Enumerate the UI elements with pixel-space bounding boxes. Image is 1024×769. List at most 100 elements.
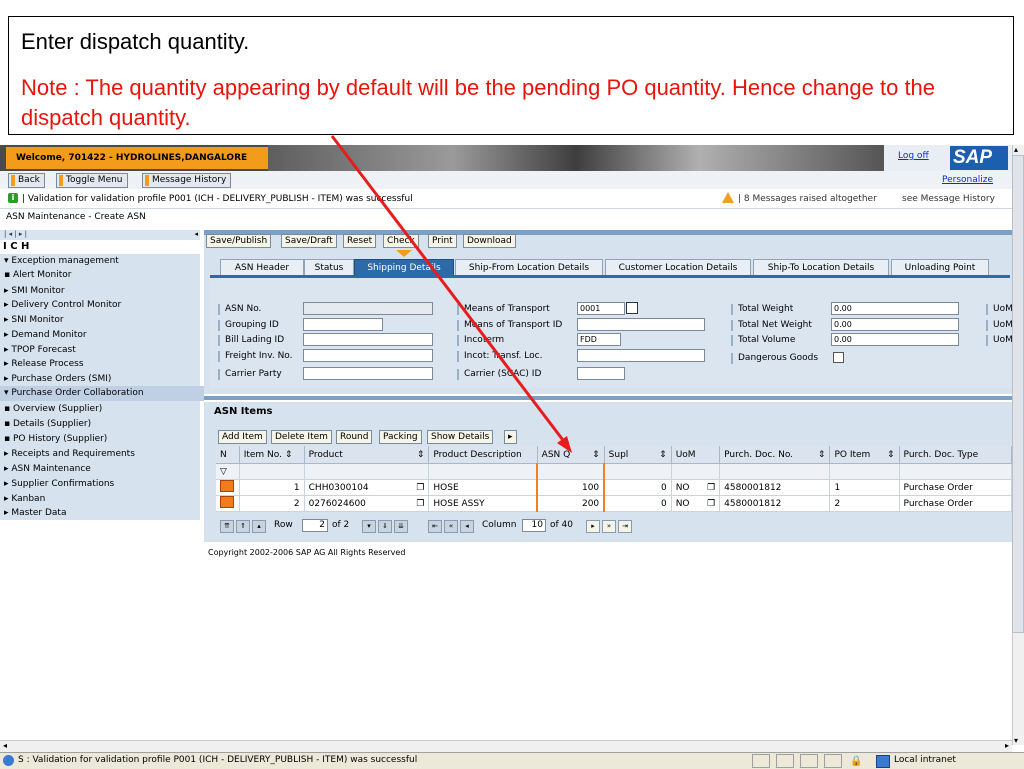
sidebar-item[interactable]: ▸ TPOP Forecast bbox=[0, 343, 204, 358]
message-history-button[interactable]: Message History bbox=[142, 173, 232, 188]
save-draft-button[interactable]: Save/Draft bbox=[281, 234, 337, 248]
sidebar-item[interactable]: ▪ Overview (Supplier) bbox=[0, 402, 204, 417]
row-input[interactable]: 2 bbox=[302, 519, 328, 532]
toggle-menu-button[interactable]: Toggle Menu bbox=[56, 173, 128, 188]
filter-icon[interactable]: ▽ bbox=[216, 463, 240, 480]
means-transport-field[interactable]: 0001 bbox=[577, 302, 625, 315]
check-button[interactable]: Check bbox=[383, 234, 419, 248]
column-header-supl[interactable]: Supl ⇕ bbox=[604, 446, 672, 464]
back-button[interactable]: Back bbox=[8, 173, 45, 188]
row-select-icon[interactable] bbox=[220, 496, 234, 508]
sidebar-item[interactable]: ▸ Master Data bbox=[0, 506, 204, 521]
sidebar-item[interactable]: ▾ Purchase Order Collaboration bbox=[0, 386, 204, 401]
asn-qty-input[interactable]: 200 bbox=[536, 495, 606, 512]
value-help-icon[interactable]: ❐ bbox=[707, 499, 715, 509]
delete-item-button[interactable]: Delete Item bbox=[271, 430, 332, 444]
row-selector[interactable] bbox=[216, 479, 240, 496]
column-header-product[interactable]: Product ⇕ bbox=[304, 446, 430, 464]
packing-button[interactable]: Packing bbox=[379, 430, 422, 444]
next-row-icon[interactable]: ▾ bbox=[362, 520, 376, 533]
total-weight-field[interactable]: 0.00 bbox=[831, 302, 959, 315]
show-details-menu-icon[interactable]: ▸ bbox=[504, 430, 517, 444]
logoff-link[interactable]: Log off bbox=[898, 151, 929, 161]
first-column-icon[interactable]: ⇤ bbox=[428, 520, 442, 533]
see-message-history-link[interactable]: see Message History bbox=[902, 194, 995, 204]
table-row[interactable]: 2 0276024600 ❐ HOSE ASSY 200 0 NO ❐ 458000… bbox=[216, 495, 1013, 512]
row-selector[interactable] bbox=[216, 495, 240, 512]
value-help-icon[interactable]: ❐ bbox=[707, 483, 715, 493]
next-page-icon[interactable]: ⇓ bbox=[378, 520, 392, 533]
carrier-scac-field[interactable] bbox=[577, 367, 625, 380]
filter-cell[interactable] bbox=[239, 463, 305, 480]
sidebar-item[interactable]: ▪ Alert Monitor bbox=[0, 268, 204, 283]
column-header-po-item[interactable]: PO Item ⇕ bbox=[829, 446, 900, 464]
freight-inv-no-field[interactable] bbox=[303, 349, 433, 362]
first-page-icon[interactable]: ⇈ bbox=[220, 520, 234, 533]
nav-pager[interactable]: | ◂ | ▸ | bbox=[4, 230, 27, 238]
incot-transf-loc-field[interactable] bbox=[577, 349, 705, 362]
bill-lading-id-field[interactable] bbox=[303, 333, 433, 346]
filter-cell[interactable] bbox=[671, 463, 721, 480]
sidebar-item[interactable]: ▸ SNI Monitor bbox=[0, 313, 204, 328]
sidebar-item[interactable]: ▸ ASN Maintenance bbox=[0, 462, 204, 477]
sidebar-item[interactable]: ▾ Exception management bbox=[0, 254, 204, 269]
column-header-item-no[interactable]: Item No. ⇕ bbox=[239, 446, 305, 464]
column-header-uom[interactable]: UoM bbox=[671, 446, 721, 464]
filter-cell[interactable] bbox=[829, 463, 900, 480]
last-page-icon[interactable]: ⇊ bbox=[394, 520, 408, 533]
asn-qty-input[interactable]: 100 bbox=[536, 479, 606, 496]
prev-columns-icon[interactable]: « bbox=[444, 520, 458, 533]
sidebar-item[interactable]: ▸ Demand Monitor bbox=[0, 328, 204, 343]
value-help-icon[interactable]: ❐ bbox=[416, 499, 424, 509]
scroll-right-icon[interactable]: ▸ bbox=[1005, 741, 1009, 750]
show-details-button[interactable]: Show Details bbox=[427, 430, 494, 444]
tab-ship-from-location[interactable]: Ship-From Location Details bbox=[455, 259, 603, 276]
filter-cell[interactable] bbox=[604, 463, 672, 480]
personalize-link[interactable]: Personalize bbox=[942, 175, 993, 185]
column-input[interactable]: 10 bbox=[522, 519, 546, 532]
filter-cell[interactable] bbox=[536, 463, 606, 480]
tab-customer-location[interactable]: Customer Location Details bbox=[605, 259, 751, 276]
scroll-up-icon[interactable]: ▴ bbox=[1014, 145, 1018, 154]
filter-cell[interactable] bbox=[719, 463, 831, 480]
sidebar-item[interactable]: ▸ Receipts and Requirements bbox=[0, 447, 204, 462]
sort-icon[interactable]: ⇕ bbox=[818, 450, 826, 460]
tab-asn-header[interactable]: ASN Header bbox=[220, 259, 304, 276]
sort-icon[interactable]: ⇕ bbox=[285, 450, 293, 460]
round-button[interactable]: Round bbox=[336, 430, 373, 444]
uom-cell[interactable]: NO ❐ bbox=[671, 495, 721, 512]
tab-shipping-details[interactable]: Shipping Details bbox=[354, 259, 454, 276]
scroll-down-icon[interactable]: ▾ bbox=[1014, 736, 1018, 745]
reset-button[interactable]: Reset bbox=[343, 234, 377, 248]
value-help-icon[interactable] bbox=[626, 302, 638, 314]
sort-icon[interactable]: ⇕ bbox=[659, 450, 667, 460]
filter-cell[interactable] bbox=[899, 463, 1013, 480]
sort-icon[interactable]: ⇕ bbox=[417, 450, 425, 460]
column-header-n[interactable]: N bbox=[216, 446, 240, 464]
sidebar-item[interactable]: ▪ Details (Supplier) bbox=[0, 417, 204, 432]
sidebar-item[interactable]: ▸ Release Process bbox=[0, 357, 204, 372]
sort-icon[interactable]: ⇕ bbox=[592, 450, 600, 460]
uom-cell[interactable]: NO ❐ bbox=[671, 479, 721, 496]
next-columns-icon[interactable]: » bbox=[602, 520, 616, 533]
prev-page-icon[interactable]: ⇑ bbox=[236, 520, 250, 533]
total-net-weight-field[interactable]: 0.00 bbox=[831, 318, 959, 331]
tab-unloading-point[interactable]: Unloading Point bbox=[891, 259, 989, 276]
column-header-asn-qty[interactable]: ASN Q ⇕ bbox=[537, 446, 605, 464]
tab-ship-to-location[interactable]: Ship-To Location Details bbox=[753, 259, 889, 276]
column-header-purch-doc-no[interactable]: Purch. Doc. No. ⇕ bbox=[719, 446, 831, 464]
column-header-purch-doc-type[interactable]: Purch. Doc. Type bbox=[899, 446, 1013, 464]
print-button[interactable]: Print bbox=[428, 234, 457, 248]
tab-status[interactable]: Status bbox=[304, 259, 354, 276]
sidebar-item[interactable]: ▸ Supplier Confirmations bbox=[0, 477, 204, 492]
row-select-icon[interactable] bbox=[220, 480, 234, 492]
means-transport-id-field[interactable] bbox=[577, 318, 705, 331]
add-item-button[interactable]: Add Item bbox=[218, 430, 267, 444]
download-button[interactable]: Download bbox=[463, 234, 516, 248]
carrier-party-field[interactable] bbox=[303, 367, 433, 380]
table-row[interactable]: 1 CHH0300104 ❐ HOSE 100 0 NO ❐ 4580001812 … bbox=[216, 479, 1013, 496]
product-cell[interactable]: 0276024600 ❐ bbox=[304, 495, 430, 512]
dangerous-goods-checkbox[interactable] bbox=[833, 352, 844, 363]
filter-cell[interactable] bbox=[304, 463, 430, 480]
value-help-icon[interactable]: ❐ bbox=[416, 483, 424, 493]
